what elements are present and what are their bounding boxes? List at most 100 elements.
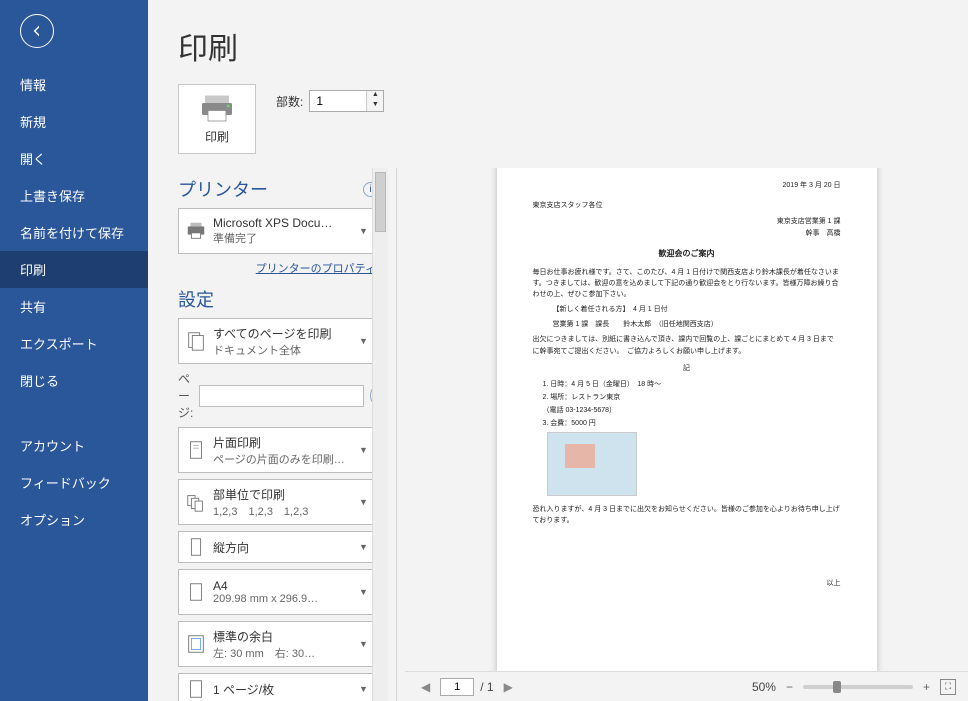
- orient-line1: 縦方向: [213, 539, 355, 556]
- nav-item-info[interactable]: 情報: [0, 66, 148, 103]
- scope-line2: ドキュメント全体: [213, 342, 355, 358]
- doc-note: 【新しく着任される方】 4 月 1 日付: [553, 304, 841, 315]
- printer-select[interactable]: Microsoft XPS Docu… 準備完了 ▼: [178, 208, 378, 254]
- paper-size-select[interactable]: A4 209.98 mm x 296.9… ▼: [178, 569, 378, 615]
- backstage-nav: 情報 新規 開く 上書き保存 名前を付けて保存 印刷 共有 エクスポート 閉じる…: [0, 0, 148, 701]
- nav-label: エクスポート: [20, 337, 98, 352]
- paper-line2: 209.98 mm x 296.9…: [213, 593, 355, 605]
- doc-map-image: [547, 432, 637, 496]
- print-backstage: 印刷 印刷 部数: ▲ ▼: [148, 0, 968, 701]
- doc-date: 2019 年 3 月 20 日: [533, 180, 841, 190]
- printer-properties-link[interactable]: プリンターのプロパティ: [256, 263, 376, 275]
- duplex-line1: 片面印刷: [213, 434, 355, 451]
- one-sided-icon: [179, 439, 213, 461]
- margins-line2: 左: 30 mm 右: 30…: [213, 645, 355, 661]
- zoom-in-button[interactable]: +: [919, 680, 934, 694]
- margins-select[interactable]: 標準の余白 左: 30 mm 右: 30… ▼: [178, 621, 378, 667]
- preview-footer: ◀ / 1 ▶ 50% − + ⛶: [405, 671, 968, 701]
- nav-item-open[interactable]: 開く: [0, 140, 148, 177]
- printer-status: 準備完了: [213, 230, 355, 246]
- copies-label: 部数:: [276, 93, 303, 110]
- doc-body2: 出欠につきましては、別紙に書き込んで頂き、課内で回覧の上、課ごとにまとめて 4 …: [533, 334, 841, 356]
- doc-title: 歓迎会のご案内: [533, 248, 841, 259]
- collate-select[interactable]: 部単位で印刷 1,2,3 1,2,3 1,2,3 ▼: [178, 479, 378, 525]
- print-preview-pane: 2019 年 3 月 20 日 東京支店スタッフ各位 東京支店営業第 1 課 幹…: [405, 168, 968, 701]
- nav-item-new[interactable]: 新規: [0, 103, 148, 140]
- next-page-button[interactable]: ▶: [500, 680, 517, 694]
- nav-item-feedback[interactable]: フィードバック: [0, 464, 148, 501]
- back-button[interactable]: [20, 14, 54, 48]
- zoom-out-button[interactable]: −: [782, 680, 797, 694]
- pages-input[interactable]: [199, 385, 364, 407]
- orientation-select[interactable]: 縦方向 ▼: [178, 531, 378, 563]
- zoom-percent-label: 50%: [752, 680, 776, 694]
- doc-ijou: 以上: [827, 578, 841, 588]
- nav-item-export[interactable]: エクスポート: [0, 325, 148, 362]
- print-button[interactable]: 印刷: [178, 84, 256, 154]
- nav-label: 新規: [20, 115, 46, 130]
- current-page-input[interactable]: [440, 678, 474, 696]
- section-settings-title: 設定: [178, 286, 214, 312]
- copies-up[interactable]: ▲: [367, 91, 383, 101]
- zoom-slider-thumb[interactable]: [833, 681, 841, 693]
- nav-label: 名前を付けて保存: [20, 226, 124, 241]
- nav-label: 共有: [20, 300, 46, 315]
- pages-all-icon: [179, 330, 213, 352]
- portrait-icon: [179, 536, 213, 558]
- nav-item-saveas[interactable]: 名前を付けて保存: [0, 214, 148, 251]
- doc-body1: 毎日お仕事お疲れ様です。さて、このたび、4 月 1 日付けで関西支店より鈴木課長…: [533, 267, 841, 301]
- collate-line1: 部単位で印刷: [213, 486, 355, 503]
- preview-page: 2019 年 3 月 20 日 東京支店スタッフ各位 東京支店営業第 1 課 幹…: [497, 168, 877, 671]
- ppsheet-line1: 1 ページ/枚: [213, 681, 355, 698]
- copies-control: 部数: ▲ ▼: [276, 90, 384, 112]
- doc-names: 営業第 1 課 課長 鈴木太郎 （旧任地関西支店）: [553, 319, 841, 330]
- nav-item-print[interactable]: 印刷: [0, 251, 148, 288]
- nav-spacer: [0, 399, 148, 427]
- total-pages-label: / 1: [480, 680, 493, 694]
- copies-down[interactable]: ▼: [367, 101, 383, 111]
- nav-item-close[interactable]: 閉じる: [0, 362, 148, 399]
- copies-input[interactable]: [310, 91, 366, 111]
- nav-label: 印刷: [20, 263, 46, 278]
- section-printer-title: プリンター: [178, 176, 268, 202]
- nav-item-save[interactable]: 上書き保存: [0, 177, 148, 214]
- doc-li3: 3. 会費：5000 円: [543, 418, 841, 428]
- doc-li2: 2. 場所：レストラン東京: [543, 392, 841, 402]
- nav-item-account[interactable]: アカウント: [0, 427, 148, 464]
- pages-per-sheet-select[interactable]: 1 ページ/枚 ▼: [178, 673, 378, 701]
- nav-label: 開く: [20, 152, 46, 167]
- nav-label: 上書き保存: [20, 189, 85, 204]
- scope-line1: すべてのページを印刷: [213, 325, 355, 342]
- doc-to: 東京支店スタッフ各位: [533, 200, 841, 210]
- print-settings-panel: プリンター i Microsoft XPS Docu… 準備完了 ▼ プリンター…: [148, 168, 388, 701]
- nav-label: アカウント: [20, 439, 85, 454]
- duplex-line2: ページの片面のみを印刷…: [213, 451, 355, 467]
- paper-line1: A4: [213, 579, 355, 593]
- nav-item-share[interactable]: 共有: [0, 288, 148, 325]
- column-divider: [396, 168, 397, 701]
- settings-scrollbar[interactable]: [372, 168, 388, 701]
- paper-icon: [179, 581, 213, 603]
- doc-from2: 幹事 高橋: [533, 228, 841, 238]
- fit-page-button[interactable]: ⛶: [940, 679, 956, 695]
- copies-spinner: ▲ ▼: [366, 91, 383, 111]
- print-button-label: 印刷: [205, 128, 229, 145]
- prev-page-button[interactable]: ◀: [417, 680, 434, 694]
- printer-icon: [199, 94, 235, 124]
- one-per-sheet-icon: [179, 678, 213, 700]
- margins-icon: [179, 633, 213, 655]
- nav-label: 情報: [20, 78, 46, 93]
- print-scope-select[interactable]: すべてのページを印刷 ドキュメント全体 ▼: [178, 318, 378, 364]
- printer-device-icon: [179, 220, 213, 242]
- nav-label: 閉じる: [20, 374, 59, 389]
- duplex-select[interactable]: 片面印刷 ページの片面のみを印刷… ▼: [178, 427, 378, 473]
- pages-label: ページ:: [178, 370, 195, 421]
- nav-label: フィードバック: [20, 476, 111, 491]
- nav-item-options[interactable]: オプション: [0, 501, 148, 538]
- scrollbar-thumb[interactable]: [375, 172, 386, 232]
- zoom-slider[interactable]: [803, 685, 913, 689]
- collate-icon: [179, 491, 213, 513]
- nav-label: オプション: [20, 513, 85, 528]
- doc-from1: 東京支店営業第 1 課: [533, 216, 841, 226]
- page-title: 印刷: [178, 24, 968, 68]
